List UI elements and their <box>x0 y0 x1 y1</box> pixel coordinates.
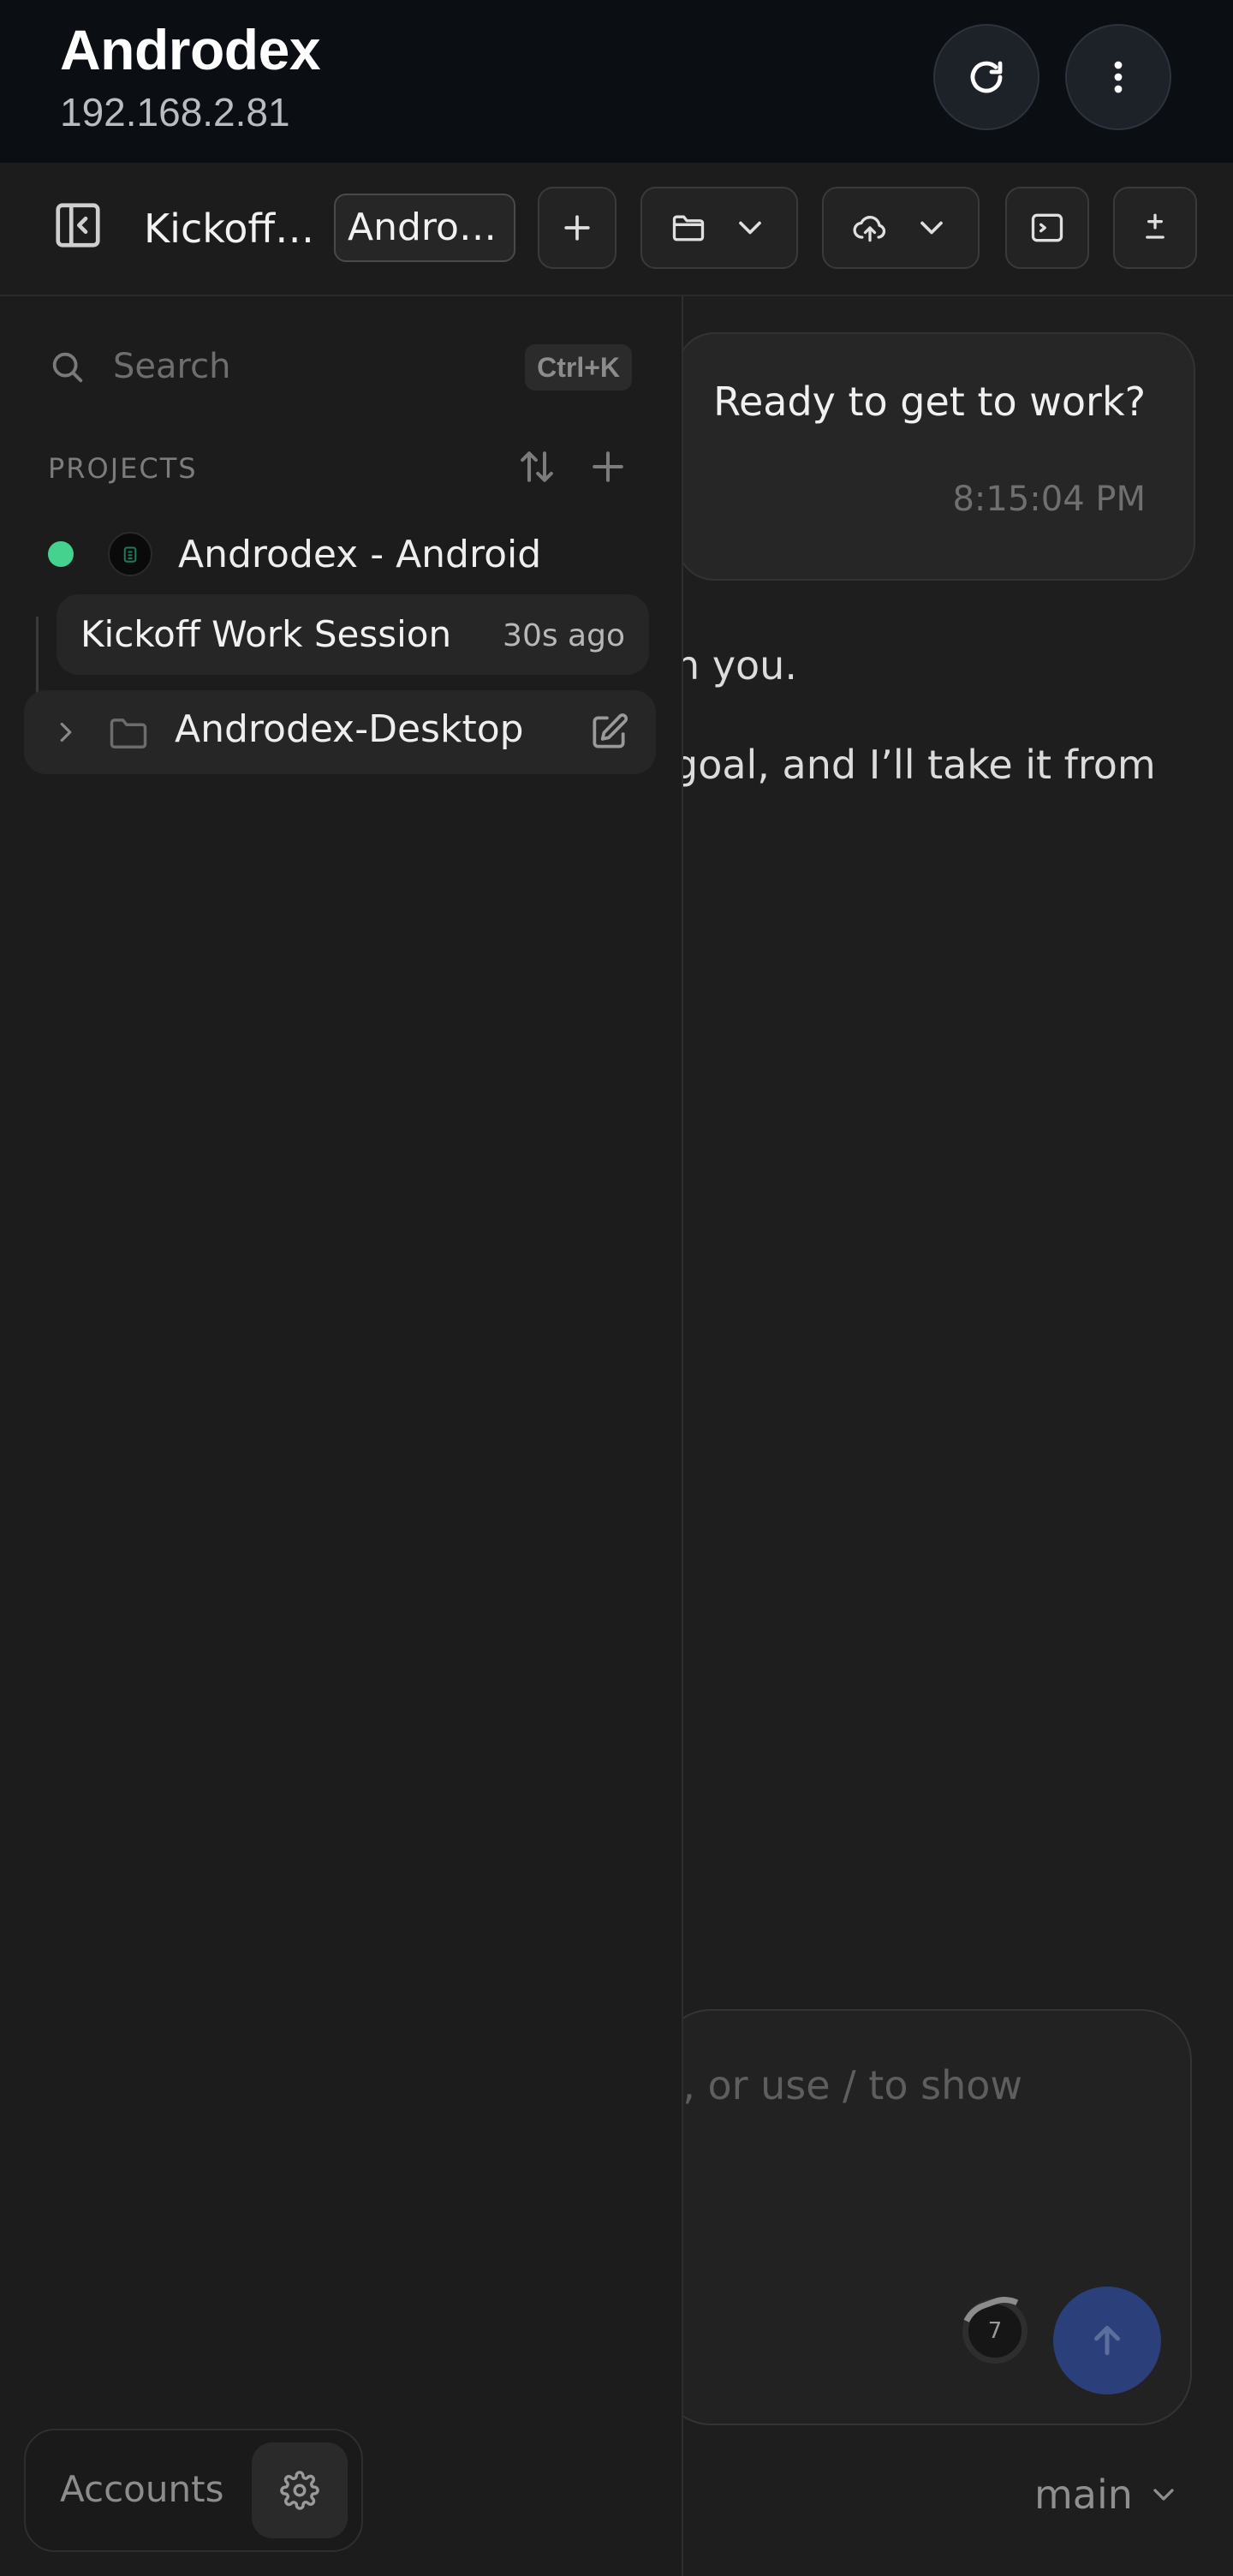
new-thread-button[interactable] <box>538 187 616 269</box>
projects-section-label: PROJECTS <box>48 452 198 485</box>
search-input[interactable] <box>113 341 490 392</box>
diff-plus-minus-icon <box>1146 213 1164 239</box>
branch-name: main <box>1034 2472 1133 2518</box>
thread-item-title: Kickoff Work Session <box>80 613 452 655</box>
terminal-button[interactable] <box>1005 187 1089 269</box>
accounts-label: Accounts <box>60 2468 224 2510</box>
composer-placeholder: s, or use / to show <box>662 2062 1022 2108</box>
host-address: 192.168.2.81 <box>60 90 290 134</box>
refresh-button[interactable] <box>933 24 1039 130</box>
project-chip[interactable]: Androdex - Android <box>334 194 515 262</box>
thread-item[interactable]: Kickoff Work Session 30s ago <box>57 594 649 675</box>
sidebar-collapse-icon[interactable] <box>51 199 104 252</box>
sidebar-search[interactable]: Ctrl+K <box>48 337 632 397</box>
context-count: 7 <box>987 2318 1003 2344</box>
chevron-down-icon <box>1153 2489 1174 2501</box>
upload-dropdown[interactable] <box>822 187 980 269</box>
plus-icon <box>564 215 590 241</box>
edit-icon[interactable] <box>587 711 630 754</box>
app-bar: Androdex 192.168.2.81 <box>0 0 1233 163</box>
thread-title: Kickoff Work Session <box>144 206 315 252</box>
app-title: Androdex <box>60 18 321 81</box>
settings-button[interactable] <box>252 2442 348 2538</box>
project-name: Androdex-Desktop <box>175 707 524 751</box>
sort-icon[interactable] <box>514 444 560 490</box>
message-timestamp: 8:15:04 PM <box>952 480 1146 519</box>
chevron-down-icon <box>739 221 761 235</box>
thread-item-age: 30s ago <box>503 618 625 653</box>
project-avatar <box>108 532 152 576</box>
project-row-androdex-android[interactable]: Androdex - Android <box>48 524 541 584</box>
terminal-icon <box>1031 213 1063 242</box>
more-options-button[interactable] <box>1065 24 1171 130</box>
send-button[interactable] <box>1053 2287 1161 2394</box>
accounts-panel[interactable]: Accounts <box>24 2429 363 2552</box>
folder-icon <box>672 215 705 242</box>
search-shortcut-badge: Ctrl+K <box>525 344 632 391</box>
thread-toolbar: Kickoff Work Session Androdex - Android <box>0 163 1233 296</box>
arrow-up-icon <box>1094 2325 1120 2356</box>
chevron-right-icon[interactable] <box>50 716 82 748</box>
branch-selector[interactable]: main <box>1034 2472 1181 2518</box>
sidebar-drawer: Ctrl+K PROJECTS Androdex - Android Kicko… <box>0 296 683 2576</box>
chevron-down-icon <box>920 221 943 235</box>
project-status-dot <box>48 541 74 567</box>
add-project-icon[interactable] <box>585 444 631 490</box>
more-vertical-icon <box>1114 61 1123 93</box>
search-icon <box>52 352 83 383</box>
cloud-upload-icon <box>853 216 886 242</box>
project-row-androdex-desktop[interactable]: Androdex-Desktop <box>24 690 656 774</box>
project-name: Androdex - Android <box>178 532 542 576</box>
user-message-text: Ready to get to work? <box>713 379 1146 425</box>
message-composer[interactable]: s, or use / to show 7 <box>659 2009 1192 2425</box>
diff-button[interactable] <box>1113 187 1197 269</box>
open-folder-dropdown[interactable] <box>640 187 798 269</box>
folder-icon <box>110 719 147 748</box>
android-app-icon <box>123 546 137 563</box>
user-message-bubble: Ready to get to work? 8:15:04 PM <box>676 332 1195 581</box>
gear-icon <box>280 2471 319 2510</box>
thread-tree-line <box>36 617 39 697</box>
refresh-icon <box>970 61 1003 93</box>
context-usage-indicator: 7 <box>962 2299 1028 2364</box>
